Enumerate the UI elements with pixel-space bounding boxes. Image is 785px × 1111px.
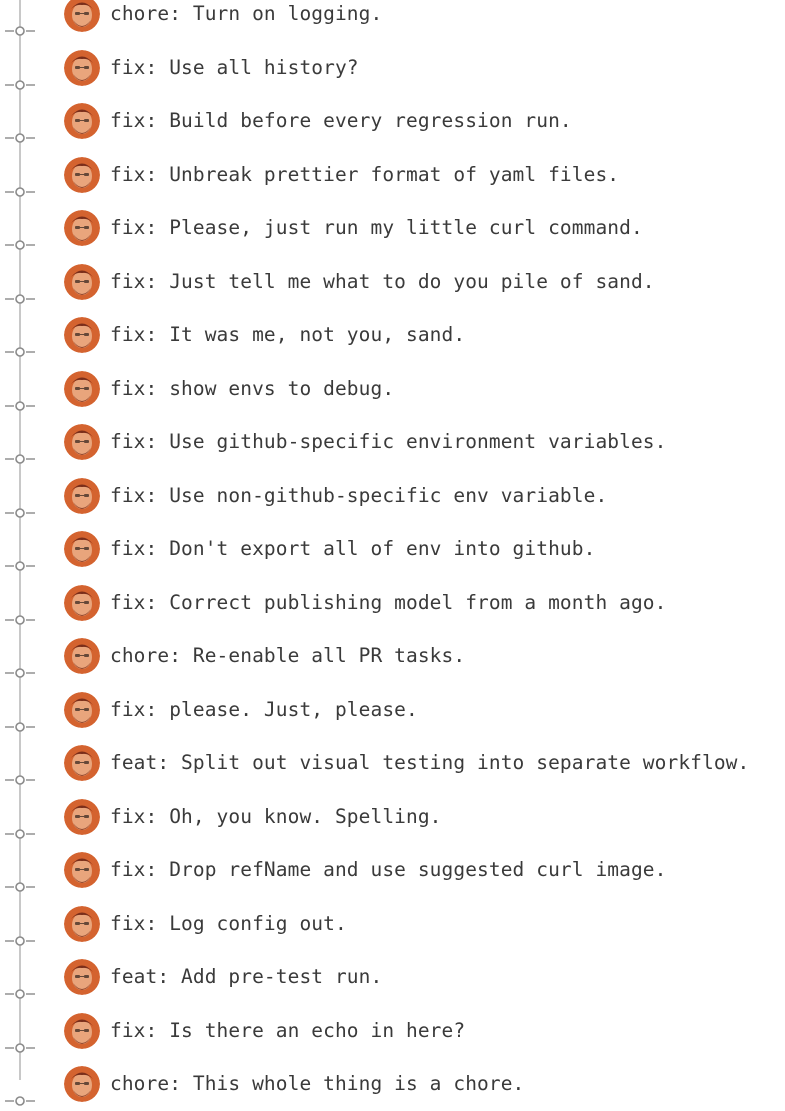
commit-message: feat: Add pre-test run. — [110, 965, 383, 988]
commit-row[interactable]: fix: Oh, you know. Spelling. — [0, 790, 785, 844]
commit-message: fix: please. Just, please. — [110, 697, 418, 721]
commit-node-icon — [5, 882, 35, 892]
commit-history-list: chore: Turn on logging. fix: Use all hist… — [0, 0, 785, 1106]
commit-row[interactable]: fix: Drop refName and use suggested curl… — [0, 843, 785, 897]
commit-message: chore: Re-enable all PR tasks. — [110, 644, 466, 667]
commit-message: fix: show envs to debug. — [110, 376, 395, 400]
author-avatar — [64, 0, 100, 32]
author-avatar — [64, 370, 100, 407]
commit-row[interactable]: fix: please. Just, please. — [0, 683, 785, 737]
commit-message: fix: Build before every regression run. — [110, 109, 572, 132]
author-avatar — [64, 1066, 100, 1102]
commit-message: fix: Is there an echo in here? — [110, 1018, 466, 1042]
author-avatar — [64, 638, 100, 674]
commit-node-icon — [5, 26, 35, 36]
author-avatar — [64, 691, 100, 728]
commit-message: fix: Oh, you know. Spelling. — [110, 804, 442, 828]
commit-node-icon — [5, 240, 35, 250]
author-avatar — [64, 905, 100, 942]
commit-message: chore: Turn on logging. — [110, 2, 383, 25]
author-avatar — [64, 477, 100, 514]
commit-row[interactable]: fix: Use non-github-specific env variabl… — [0, 469, 785, 523]
commit-row[interactable]: fix: Correct publishing model from a mon… — [0, 576, 785, 630]
author-avatar — [64, 156, 100, 193]
commit-node-icon — [5, 1042, 35, 1053]
commit-node-icon — [5, 507, 35, 518]
commit-row[interactable]: fix: Use all history? — [0, 41, 785, 95]
commit-row[interactable]: fix: Log config out. — [0, 897, 785, 951]
commit-message: fix: Please, just run my little curl com… — [110, 216, 643, 239]
commit-node-icon — [5, 186, 35, 197]
commit-node-icon — [5, 133, 35, 143]
commit-message: fix: Use all history? — [110, 55, 359, 79]
commit-message: fix: Drop refName and use suggested curl… — [110, 858, 667, 881]
commit-row[interactable]: chore: This whole thing is a chore. — [0, 1057, 785, 1111]
commit-message: fix: It was me, not you, sand. — [110, 323, 466, 346]
author-avatar — [64, 49, 100, 86]
commit-row[interactable]: fix: Just tell me what to do you pile of… — [0, 255, 785, 309]
author-avatar — [64, 263, 100, 300]
author-avatar — [64, 210, 100, 246]
commit-row[interactable]: fix: Unbreak prettier format of yaml fil… — [0, 148, 785, 202]
author-avatar — [64, 1012, 100, 1049]
commit-row[interactable]: chore: Re-enable all PR tasks. — [0, 629, 785, 683]
commit-message: fix: Correct publishing model from a mon… — [110, 590, 667, 614]
author-avatar — [64, 798, 100, 835]
commit-row[interactable]: fix: Please, just run my little curl com… — [0, 201, 785, 255]
commit-row[interactable]: fix: It was me, not you, sand. — [0, 308, 785, 362]
commit-node-icon — [5, 828, 35, 839]
commit-row[interactable]: feat: Split out visual testing into sepa… — [0, 736, 785, 790]
commit-message: fix: Use non-github-specific env variabl… — [110, 483, 608, 507]
author-avatar — [64, 959, 100, 995]
commit-message: fix: Log config out. — [110, 911, 347, 935]
commit-message: fix: Don't export all of env into github… — [110, 537, 596, 560]
commit-node-icon — [5, 347, 35, 357]
commit-message: fix: Just tell me what to do you pile of… — [110, 269, 655, 293]
commit-row[interactable]: fix: Is there an echo in here? — [0, 1004, 785, 1058]
commit-message: chore: This whole thing is a chore. — [110, 1072, 525, 1095]
commit-message: feat: Split out visual testing into sepa… — [110, 751, 750, 774]
commit-node-icon — [5, 721, 35, 732]
commit-node-icon — [5, 1096, 35, 1106]
author-avatar — [64, 103, 100, 139]
commit-node-icon — [5, 668, 35, 678]
commit-message: fix: Unbreak prettier format of yaml fil… — [110, 162, 620, 186]
commit-node-icon — [5, 989, 35, 999]
commit-node-icon — [5, 561, 35, 571]
commit-node-icon — [5, 293, 35, 304]
commit-node-icon — [5, 400, 35, 411]
commit-node-icon — [5, 775, 35, 785]
author-avatar — [64, 531, 100, 567]
commit-row[interactable]: fix: show envs to debug. — [0, 362, 785, 416]
author-avatar — [64, 424, 100, 460]
author-avatar — [64, 745, 100, 781]
author-avatar — [64, 584, 100, 621]
commit-node-icon — [5, 614, 35, 625]
commit-node-icon — [5, 935, 35, 946]
commit-message: fix: Use github-specific environment var… — [110, 430, 667, 453]
commit-row[interactable]: feat: Add pre-test run. — [0, 950, 785, 1004]
commit-node-icon — [5, 454, 35, 464]
commit-node-icon — [5, 79, 35, 90]
author-avatar — [64, 317, 100, 353]
author-avatar — [64, 852, 100, 888]
commit-row[interactable]: fix: Use github-specific environment var… — [0, 415, 785, 469]
commit-row[interactable]: fix: Build before every regression run. — [0, 94, 785, 148]
commit-row[interactable]: chore: Turn on logging. — [0, 0, 785, 41]
commit-row[interactable]: fix: Don't export all of env into github… — [0, 522, 785, 576]
